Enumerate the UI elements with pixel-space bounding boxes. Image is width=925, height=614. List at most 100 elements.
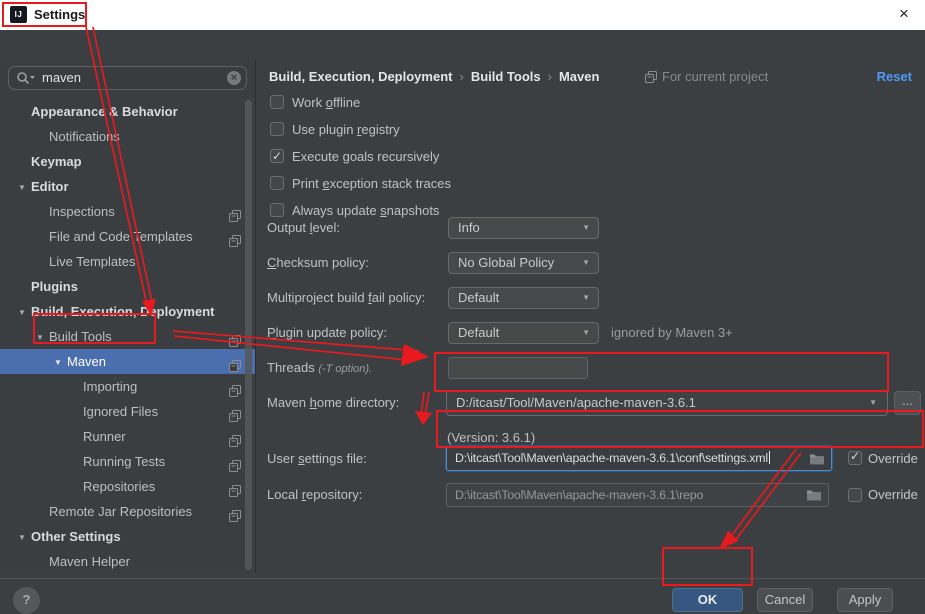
per-project-icon	[229, 430, 241, 447]
checkbox-row-use-plugin-registry[interactable]: Use plugin registry	[270, 121, 400, 139]
breadcrumb-root[interactable]: Build, Execution, Deployment	[269, 69, 452, 84]
sidebar-item-label: Plugins	[31, 279, 78, 294]
per-project-icon	[229, 355, 241, 372]
sidebar-item-label: Repositories	[83, 479, 156, 494]
search-icon	[17, 72, 35, 85]
breadcrumb: Build, Execution, Deployment › Build Tools…	[269, 68, 599, 86]
maven-home-label: Maven home directory:	[267, 395, 400, 410]
sidebar-item-live-templates[interactable]: Live Templates	[0, 249, 255, 274]
chevron-expanded-icon[interactable]: ▼	[18, 300, 31, 325]
checkbox-unchecked[interactable]	[270, 203, 284, 217]
override-label: Override	[868, 487, 918, 502]
breadcrumb-maven[interactable]: Maven	[559, 69, 599, 84]
chevron-down-icon[interactable]: ▼	[869, 391, 877, 415]
sidebar-item-label: Other Settings	[31, 529, 121, 544]
chevron-down-icon[interactable]: ▼	[582, 323, 590, 343]
checkmark-icon: ✓	[850, 449, 861, 463]
maven-home-value: D:/itcast/Tool/Maven/apache-maven-3.6.1	[456, 395, 696, 410]
help-button[interactable]: ?	[13, 587, 40, 614]
select-row: Plugin update policy: Default ▼ ignored by …	[256, 322, 925, 344]
threads-row: Threads (-T option).	[256, 357, 925, 379]
chevron-down-icon[interactable]: ▼	[582, 218, 590, 238]
sidebar-item-notifications[interactable]: Notifications	[0, 124, 255, 149]
text-caret	[768, 451, 770, 464]
select-label: Plugin update policy:	[267, 325, 387, 340]
maven-home-combobox[interactable]: D:/itcast/Tool/Maven/apache-maven-3.6.1 …	[446, 390, 888, 416]
sidebar-item-repositories[interactable]: Repositories	[0, 474, 255, 499]
combobox-multiproject-build-fail-policy-[interactable]: Default ▼	[448, 287, 599, 309]
select-note: ignored by Maven 3+	[611, 325, 733, 340]
dialog-footer: ? OK Cancel Apply	[0, 578, 925, 614]
sidebar-item-keymap[interactable]: Keymap	[0, 149, 255, 174]
ok-button[interactable]: OK	[672, 588, 743, 612]
sidebar-scrollbar[interactable]	[245, 100, 252, 570]
select-row: Checksum policy: No Global Policy ▼	[256, 252, 925, 274]
sidebar-item-appearance-behavior[interactable]: Appearance & Behavior	[0, 99, 255, 124]
sidebar-item-runner[interactable]: Runner	[0, 424, 255, 449]
chevron-down-icon[interactable]: ▼	[582, 253, 590, 273]
combobox-checksum-policy-[interactable]: No Global Policy ▼	[448, 252, 599, 274]
sidebar-item-label: Runner	[83, 429, 126, 444]
chevron-expanded-icon[interactable]: ▼	[18, 525, 31, 550]
sidebar-item-file-and-code-templates[interactable]: File and Code Templates	[0, 224, 255, 249]
combobox-plugin-update-policy-[interactable]: Default ▼	[448, 322, 599, 344]
folder-browse-icon[interactable]	[806, 488, 822, 501]
sidebar-item-plugins[interactable]: Plugins	[0, 274, 255, 299]
sidebar-item-label: Inspections	[49, 204, 115, 219]
select-row: Multiproject build fail policy: Default ▼	[256, 287, 925, 309]
checkbox-label: Use plugin registry	[292, 122, 400, 137]
local-repo-value: D:\itcast\Tool\Maven\apache-maven-3.6.1\…	[455, 488, 704, 502]
breadcrumb-separator: ›	[459, 69, 464, 84]
sidebar-item-maven-helper[interactable]: Maven Helper	[0, 549, 255, 573]
cancel-button[interactable]: Cancel	[757, 588, 813, 612]
checkbox-row-execute-goals-recursively[interactable]: ✓ Execute goals recursively	[270, 148, 439, 166]
checkbox-unchecked[interactable]	[270, 122, 284, 136]
sidebar-item-importing[interactable]: Importing	[0, 374, 255, 399]
clear-search-icon[interactable]: ×	[227, 71, 241, 85]
sidebar-item-build-execution-deployment[interactable]: ▼ Build, Execution, Deployment	[0, 299, 255, 324]
chevron-expanded-icon[interactable]: ▼	[54, 350, 67, 375]
select-label: Output level:	[267, 220, 340, 235]
per-project-icon	[229, 230, 241, 247]
per-project-icon	[229, 455, 241, 472]
settings-tree: Appearance & Behavior Notifications Keymap…	[0, 99, 255, 573]
checkbox-unchecked[interactable]	[270, 176, 284, 190]
sidebar-item-remote-jar-repositories[interactable]: Remote Jar Repositories	[0, 499, 255, 524]
sidebar-item-label: Keymap	[31, 154, 82, 169]
apply-button[interactable]: Apply	[837, 588, 893, 612]
chevron-expanded-icon[interactable]: ▼	[36, 325, 49, 350]
sidebar-item-maven[interactable]: ▼ Maven	[0, 349, 255, 374]
sidebar-item-label: File and Code Templates	[49, 229, 193, 244]
chevron-down-icon[interactable]: ▼	[582, 288, 590, 308]
folder-browse-icon[interactable]	[809, 452, 825, 465]
checkbox-row-work-offline[interactable]: Work offline	[270, 94, 360, 112]
sidebar-item-label: Build, Execution, Deployment	[31, 304, 215, 319]
sidebar-item-running-tests[interactable]: Running Tests	[0, 449, 255, 474]
reset-link[interactable]: Reset	[877, 68, 912, 86]
select-row: Output level: Info ▼	[256, 217, 925, 239]
chevron-expanded-icon[interactable]: ▼	[18, 175, 31, 200]
breadcrumb-build-tools[interactable]: Build Tools	[471, 69, 541, 84]
sidebar-item-label: Appearance & Behavior	[31, 104, 178, 119]
combobox-output-level-[interactable]: Info ▼	[448, 217, 599, 239]
checkbox-unchecked[interactable]	[270, 95, 284, 109]
window-title: Settings	[34, 7, 86, 22]
checkbox-checked[interactable]: ✓	[270, 149, 284, 163]
checkbox-row-print-exception-stack-traces[interactable]: Print exception stack traces	[270, 175, 451, 193]
checkbox-unchecked[interactable]	[848, 488, 862, 502]
threads-input[interactable]	[448, 357, 588, 379]
user-settings-input[interactable]: D:\itcast\Tool\Maven\apache-maven-3.6.1\…	[446, 446, 832, 471]
browse-more-button[interactable]: ...	[894, 391, 921, 415]
combobox-value: Info	[458, 220, 480, 235]
sidebar-item-editor[interactable]: ▼ Editor	[0, 174, 255, 199]
checkbox-checked[interactable]: ✓	[848, 449, 862, 465]
close-icon[interactable]: ×	[893, 0, 915, 29]
search-input[interactable]: maven ×	[8, 66, 247, 90]
sidebar-item-other-settings[interactable]: ▼ Other Settings	[0, 524, 255, 549]
local-repo-input[interactable]: D:\itcast\Tool\Maven\apache-maven-3.6.1\…	[446, 483, 829, 507]
per-project-icon	[229, 480, 241, 497]
sidebar-item-inspections[interactable]: Inspections	[0, 199, 255, 224]
sidebar-item-build-tools[interactable]: ▼ Build Tools	[0, 324, 255, 349]
sidebar-item-label: Live Templates	[49, 254, 136, 269]
sidebar-item-ignored-files[interactable]: Ignored Files	[0, 399, 255, 424]
